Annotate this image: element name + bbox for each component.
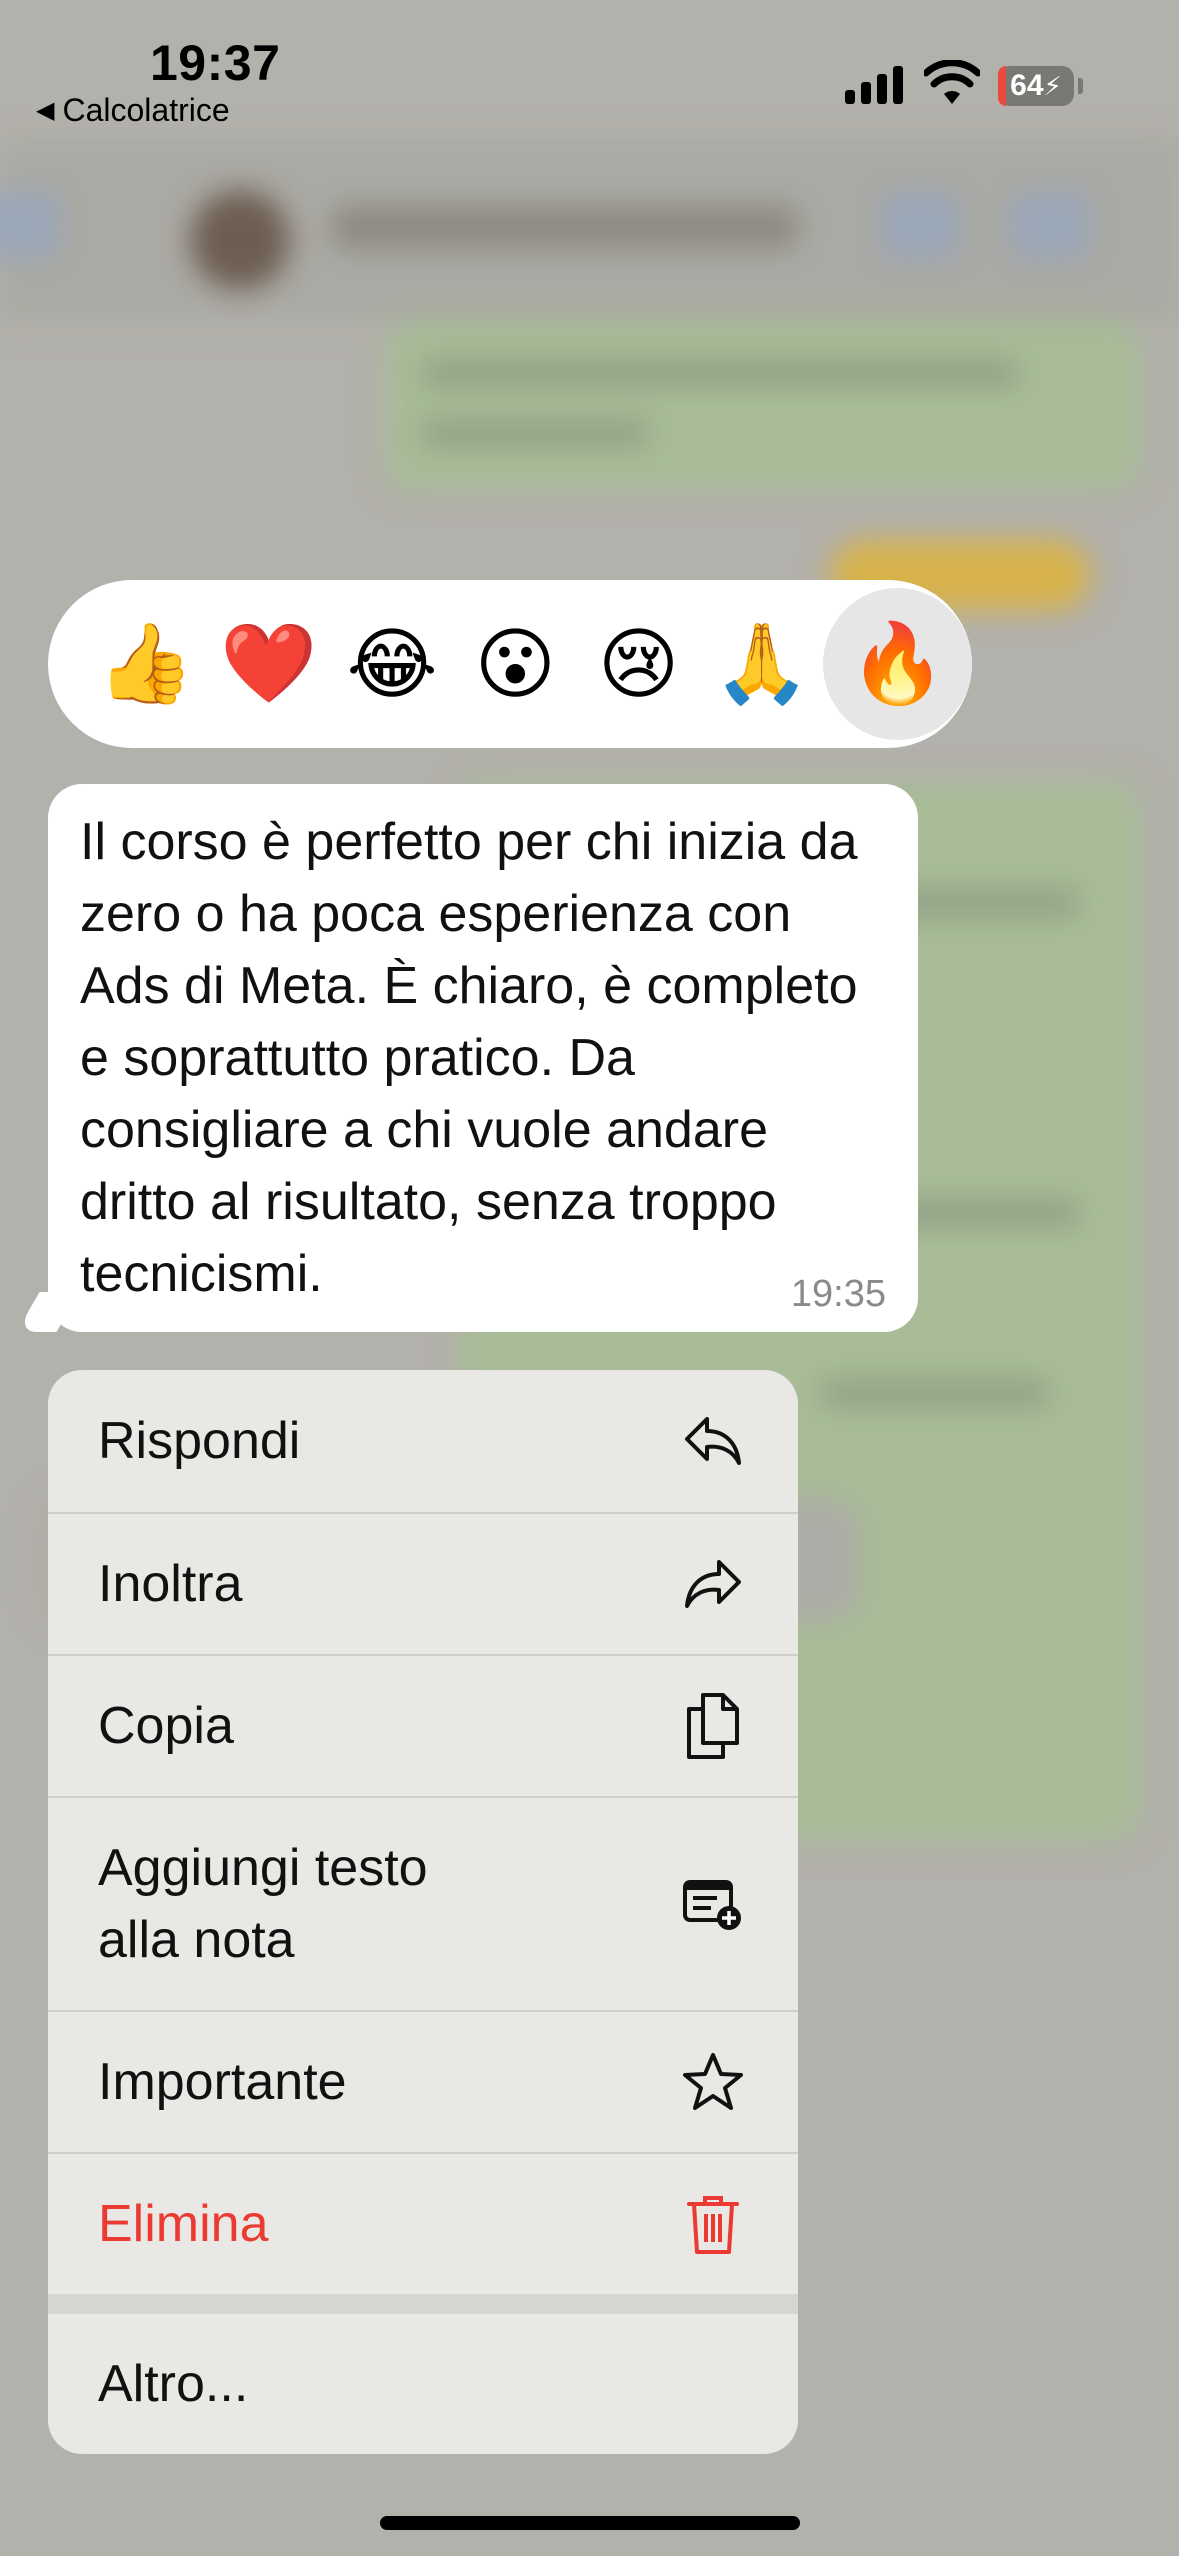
add-note-icon xyxy=(678,1869,748,1939)
trash-icon xyxy=(678,2189,748,2259)
reaction-fire[interactable]: 🔥 xyxy=(823,588,972,740)
reaction-bar: 👍 ❤️ 😂 😮 😢 🙏 🔥 xyxy=(48,580,972,748)
message-text: Il corso è perfetto per chi inizia da ze… xyxy=(80,813,858,1303)
star-icon xyxy=(678,2047,748,2117)
reaction-heart[interactable]: ❤️ xyxy=(207,601,330,727)
reaction-crying[interactable]: 😢 xyxy=(577,601,700,727)
status-bar: 19:37 ◀ Calcolatrice 64 ⚡ xyxy=(0,0,1179,140)
add-note-label-line1: Aggiungi testo xyxy=(98,1839,428,1897)
battery-icon: 64 ⚡ xyxy=(998,66,1074,106)
forward-icon xyxy=(678,1549,748,1619)
reaction-thumbs-up[interactable]: 👍 xyxy=(84,601,207,727)
reply-icon xyxy=(678,1406,748,1476)
add-note-label-line2: alla nota xyxy=(98,1911,295,1969)
add-note-label: Aggiungi testo alla nota xyxy=(98,1832,428,1976)
message-context-menu: Rispondi Inoltra Copia Aggiungi testo al… xyxy=(48,1370,798,2454)
menu-section-divider xyxy=(48,2294,798,2314)
copy-label: Copia xyxy=(98,1697,234,1755)
menu-item-forward[interactable]: Inoltra xyxy=(48,1514,798,1654)
more-label: Altro... xyxy=(98,2355,249,2413)
message-bubble: Il corso è perfetto per chi inizia da ze… xyxy=(48,784,918,1332)
reply-label: Rispondi xyxy=(98,1412,301,1470)
cellular-signal-icon xyxy=(845,64,903,104)
reaction-praying-hands[interactable]: 🙏 xyxy=(700,601,823,727)
forward-label: Inoltra xyxy=(98,1555,243,1613)
battery-level: 64 xyxy=(1010,69,1044,102)
back-triangle-icon: ◀ xyxy=(36,97,55,124)
reaction-surprised[interactable]: 😮 xyxy=(454,601,577,727)
menu-item-add-to-note[interactable]: Aggiungi testo alla nota xyxy=(48,1798,798,2010)
back-app-label: Calcolatrice xyxy=(62,92,230,128)
menu-item-more[interactable]: Altro... xyxy=(48,2314,798,2454)
star-label: Importante xyxy=(98,2053,347,2111)
menu-item-delete[interactable]: Elimina xyxy=(48,2154,798,2294)
back-to-app-link[interactable]: ◀ Calcolatrice xyxy=(36,92,230,129)
menu-item-copy[interactable]: Copia xyxy=(48,1656,798,1796)
delete-label: Elimina xyxy=(98,2195,269,2253)
reaction-laughing[interactable]: 😂 xyxy=(330,601,453,727)
copy-icon xyxy=(678,1691,748,1761)
home-indicator[interactable] xyxy=(380,2516,800,2530)
battery-tip xyxy=(1078,78,1083,94)
menu-item-star[interactable]: Importante xyxy=(48,2012,798,2152)
wifi-icon xyxy=(924,60,980,104)
message-timestamp: 19:35 xyxy=(790,1273,886,1315)
status-time: 19:37 xyxy=(150,35,281,91)
menu-item-reply[interactable]: Rispondi xyxy=(48,1370,798,1512)
